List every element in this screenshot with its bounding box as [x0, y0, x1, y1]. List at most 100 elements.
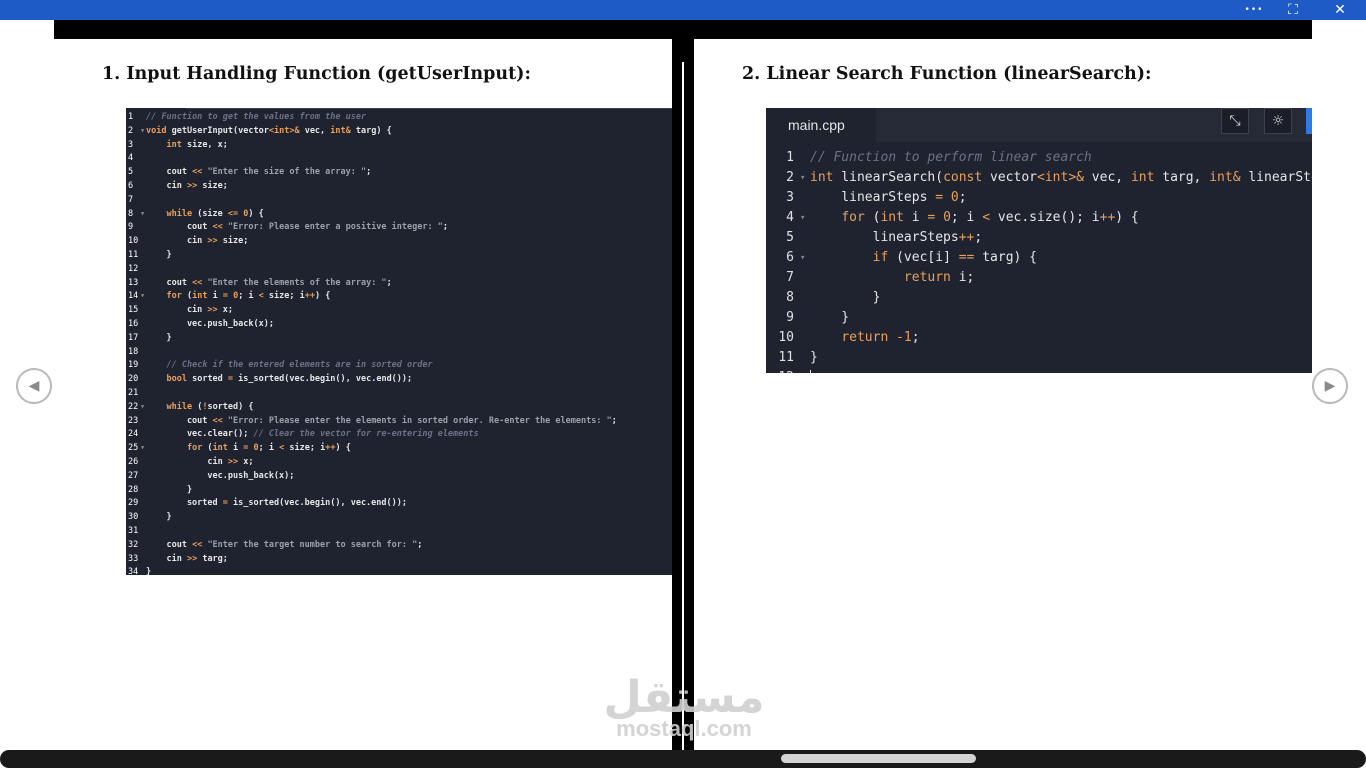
- line-number: 9: [786, 310, 794, 325]
- fold-gutter: [800, 348, 810, 368]
- line-number: 22: [128, 401, 139, 412]
- code-line: 22 ▾ while (!sorted) {: [126, 401, 672, 415]
- theme-toggle-button[interactable]: ☼: [1264, 108, 1292, 134]
- code-line: 9 }: [766, 308, 1312, 328]
- code-text: }: [810, 310, 850, 325]
- line-number: 2: [786, 170, 794, 185]
- code-line: 12: [126, 263, 672, 277]
- collapse-button[interactable]: ⤡: [1221, 108, 1249, 134]
- line-number: 32: [128, 539, 139, 550]
- code-line: 2 ▾ void getUserInput(vector<int>& vec, in…: [126, 125, 672, 139]
- code-text: for (int i = 0; i < size; i++) {: [166, 291, 331, 302]
- line-number: 3: [128, 139, 134, 150]
- code-line: 28 }: [126, 484, 672, 498]
- code-text: linearSteps = 0;: [810, 190, 967, 205]
- next-slide-button[interactable]: ▶: [1312, 368, 1348, 404]
- code-line: 16 vec.push_back(x);: [126, 318, 672, 332]
- line-number: 4: [786, 210, 794, 225]
- code-text: // Function to get the values from the u…: [146, 112, 367, 122]
- code-text: vec.push_back(x);: [146, 318, 274, 329]
- code-line: 5 cout << "Enter the size of the array: …: [126, 166, 672, 180]
- code-text: // Check if the entered elements are in …: [166, 360, 433, 371]
- code-line: 1 // Function to get the values from the …: [126, 111, 672, 125]
- code-text: // Function to perform linear search: [810, 150, 1092, 165]
- code-line: 4 ▾ for (int i = 0; i < vec.size(); i++) …: [766, 208, 1312, 228]
- code-line: 10 cin >> size;: [126, 235, 672, 249]
- code-text: cout << "Enter the size of the array: ";: [146, 167, 372, 178]
- fold-gutter: [800, 188, 810, 208]
- line-number: 7: [128, 194, 134, 205]
- run-button-edge[interactable]: [1306, 108, 1312, 134]
- line-number: 5: [786, 230, 794, 245]
- code-text: int size, x;: [166, 139, 228, 150]
- line-number: 24: [128, 429, 139, 440]
- code-text: for (int i = 0; i < vec.size(); i++) {: [841, 210, 1139, 225]
- code-line: 3 linearSteps = 0;: [766, 188, 1312, 208]
- code-line: 14 ▾ for (int i = 0; i < size; i++) {: [126, 290, 672, 304]
- fold-chevron-icon[interactable]: ▾: [800, 168, 810, 188]
- editor-tab-main-cpp[interactable]: main.cpp: [766, 108, 876, 142]
- close-icon: ✕: [1334, 2, 1346, 18]
- line-number: 8: [786, 290, 794, 305]
- line-number: 14: [128, 291, 139, 302]
- line-number: 17: [128, 332, 139, 343]
- fullscreen-button[interactable]: ⛶: [1273, 0, 1313, 20]
- code-text: sorted = is_sorted(vec.begin(), vec.end(…: [146, 498, 408, 509]
- line-number: 18: [128, 346, 139, 357]
- code-line: 18: [126, 346, 672, 360]
- code-text: return -1;: [841, 330, 920, 345]
- line-number: 27: [128, 470, 139, 481]
- code-line: 32 cout << "Enter the target number to s…: [126, 539, 672, 553]
- section-heading-input-handling: 1. Input Handling Function (getUserInput…: [102, 64, 531, 84]
- more-options-button[interactable]: •••: [1234, 0, 1274, 20]
- fold-chevron-icon[interactable]: ▾: [800, 248, 810, 268]
- code-text: cout << "Error: Please enter the element…: [146, 415, 617, 426]
- scrollbar-thumb[interactable]: [781, 754, 976, 763]
- watermark-latin: mostaql.com: [616, 716, 752, 741]
- horizontal-scrollbar[interactable]: [0, 750, 1366, 768]
- window-titlebar: ••• ⛶ ✕: [0, 0, 1366, 20]
- watermark-logo: مستقل mostaql.com: [600, 672, 768, 740]
- code-lines: 1 // Function to get the values from the …: [126, 111, 672, 575]
- close-button[interactable]: ✕: [1320, 0, 1360, 20]
- line-number: 6: [128, 180, 134, 191]
- code-line: 7 return i;: [766, 268, 1312, 288]
- fold-chevron-icon[interactable]: ▾: [800, 208, 810, 228]
- code-text: }: [810, 350, 818, 365]
- code-text: cin >> x;: [146, 456, 254, 467]
- code-line: 20 bool sorted = is_sorted(vec.begin(), …: [126, 373, 672, 387]
- slide-divider: [672, 20, 694, 750]
- section-heading-linear-search: 2. Linear Search Function (linearSearch)…: [742, 64, 1152, 84]
- code-line: 8 }: [766, 288, 1312, 308]
- code-editor-linearsearch: main.cpp ⤡ ☼ 1 // Function to perform lin…: [766, 108, 1312, 373]
- slide-right: 2. Linear Search Function (linearSearch)…: [694, 39, 1312, 750]
- divider-line: [682, 62, 684, 750]
- line-number: 28: [128, 484, 139, 495]
- line-number: 26: [128, 456, 139, 467]
- code-text: [810, 368, 1312, 373]
- code-line: 8 ▾ while (size <= 0) {: [126, 208, 672, 222]
- line-number: 12: [128, 263, 139, 274]
- code-line: 6 cin >> size;: [126, 180, 672, 194]
- code-text: cout << "Error: Please enter a positive …: [146, 222, 448, 233]
- sun-icon: ☼: [1271, 113, 1285, 129]
- code-text: }: [146, 332, 172, 343]
- code-text: cin >> size;: [146, 236, 249, 247]
- code-line: 12: [766, 368, 1312, 373]
- fold-gutter: [800, 328, 810, 348]
- more-horizontal-icon: •••: [1244, 5, 1264, 15]
- code-line: 30 }: [126, 511, 672, 525]
- line-number: 5: [128, 167, 134, 178]
- code-line: 25 ▾ for (int i = 0; i < size; i++) {: [126, 442, 672, 456]
- previous-slide-button[interactable]: ◀: [16, 368, 52, 404]
- code-text: }: [146, 484, 193, 495]
- line-number: 23: [128, 415, 139, 426]
- line-number: 1: [128, 112, 134, 122]
- code-text: cin >> size;: [146, 180, 228, 191]
- line-number: 7: [786, 270, 794, 285]
- code-text: void getUserInput(vector<int>& vec, int&…: [146, 125, 392, 136]
